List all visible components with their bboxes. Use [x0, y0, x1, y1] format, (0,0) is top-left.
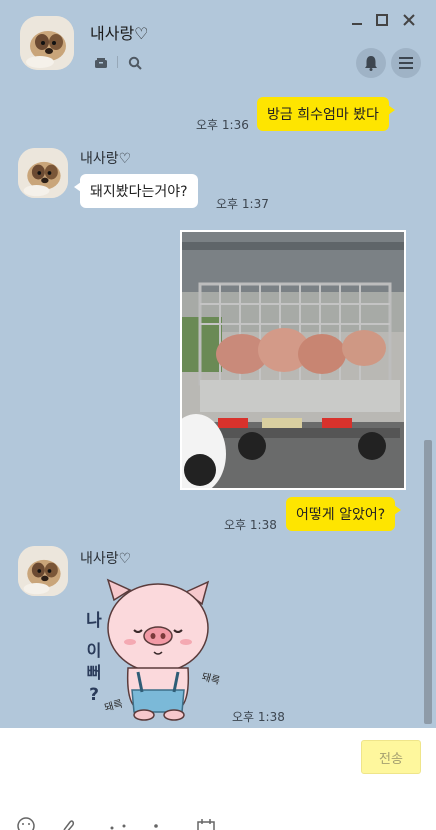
puppy-photo: [18, 546, 68, 596]
puppy-photo: [20, 16, 74, 70]
chat-title: 내사랑♡: [90, 24, 149, 43]
header-divider: [117, 56, 118, 68]
close-icon[interactable]: [401, 12, 417, 28]
scrollbar-thumb[interactable]: [424, 440, 432, 724]
message-time: 오후 1:38: [224, 518, 277, 532]
minimize-icon[interactable]: [349, 12, 365, 28]
dots-icon[interactable]: [146, 816, 166, 830]
menu-button[interactable]: [391, 48, 421, 78]
send-button[interactable]: 전송: [361, 740, 421, 774]
sender-name: 내사랑♡: [80, 151, 132, 167]
their-message-bubble[interactable]: 돼지봤다는거야?: [74, 174, 198, 208]
message-time: 오후 1:38: [232, 710, 285, 724]
puppy-photo: [18, 148, 68, 198]
search-icon[interactable]: [126, 54, 144, 72]
message-time: 오후 1:36: [196, 118, 249, 132]
more-icon[interactable]: [108, 816, 128, 830]
sender-avatar[interactable]: [18, 546, 68, 596]
attach-icon[interactable]: [58, 816, 78, 830]
sticker-text: 나 이뻐 ?: [86, 611, 102, 705]
truck-photo: [182, 232, 404, 488]
chat-header: 내사랑♡: [0, 0, 436, 90]
emoji-icon[interactable]: [16, 816, 36, 830]
message-time: 오후 1:37: [216, 197, 269, 211]
profile-avatar[interactable]: [20, 16, 74, 70]
my-message-bubble[interactable]: 어떻게 알았어?: [286, 497, 402, 531]
notification-button[interactable]: [356, 48, 386, 78]
message-input[interactable]: [10, 736, 350, 806]
photo-message[interactable]: [180, 230, 406, 490]
menu-icon: [399, 57, 413, 69]
drawer-icon[interactable]: [92, 54, 110, 72]
calendar-icon[interactable]: [196, 818, 216, 830]
sender-name: 내사랑♡: [80, 551, 132, 567]
my-message-bubble[interactable]: 방금 희수엄마 봤다: [257, 97, 395, 131]
sender-avatar[interactable]: [18, 148, 68, 198]
bell-icon: [365, 56, 377, 71]
maximize-icon[interactable]: [374, 12, 390, 28]
